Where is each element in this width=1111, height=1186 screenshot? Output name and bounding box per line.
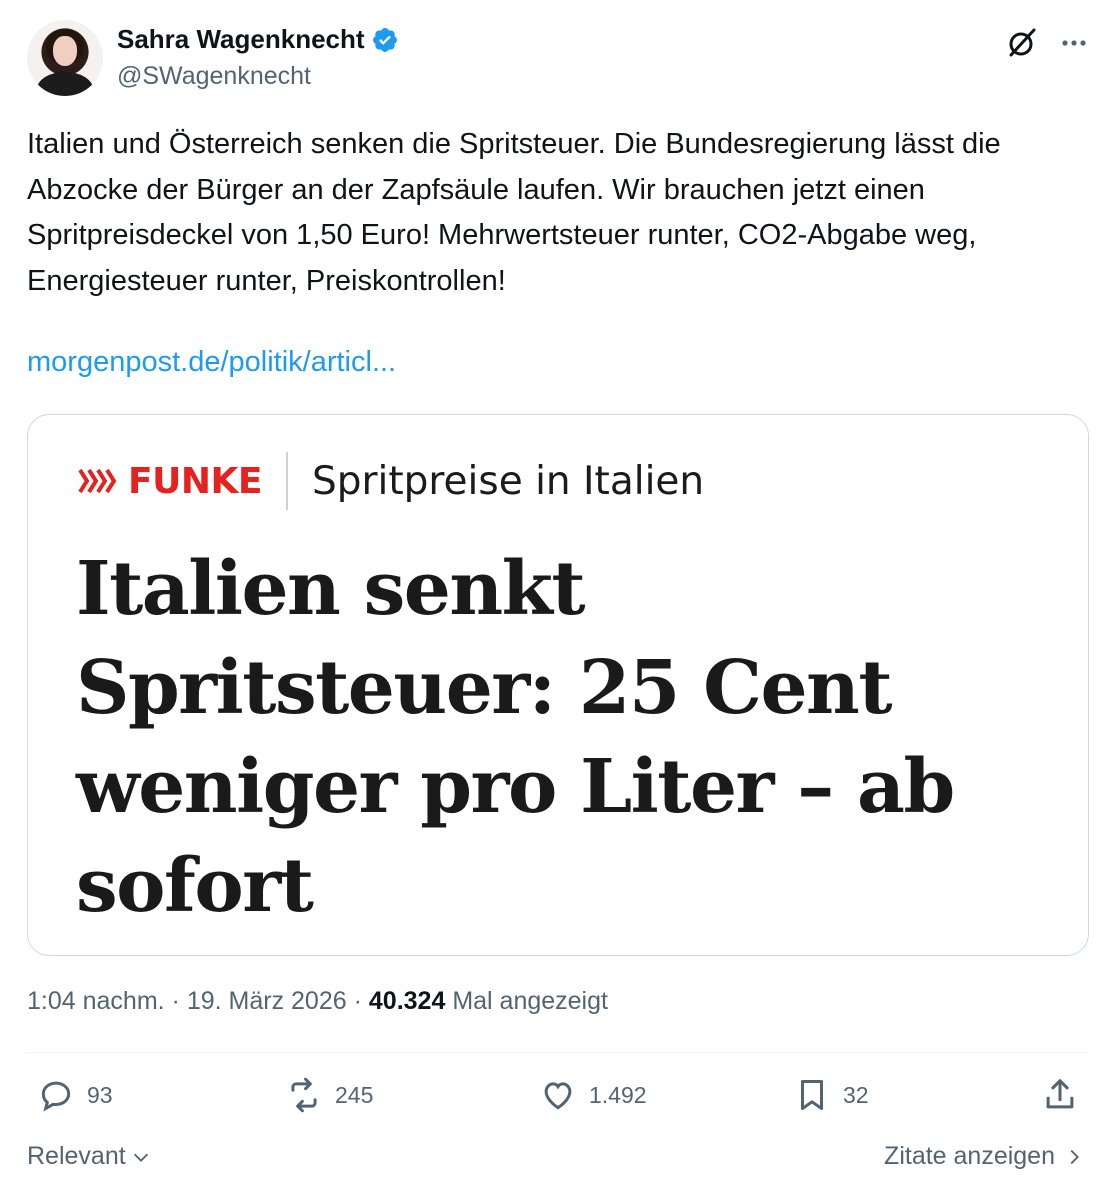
avatar[interactable]: [27, 20, 103, 96]
funke-brand: FUNKE: [128, 460, 262, 502]
tweet-text: Italien und Österreich senken die Sprits…: [27, 128, 1001, 297]
like-count: 1.492: [589, 1081, 647, 1108]
tweet-time[interactable]: 1:04 nachm.: [27, 987, 165, 1015]
top-actions: [1005, 26, 1091, 60]
meta-separator: ·: [171, 987, 187, 1015]
views-label: Mal angezeigt: [452, 987, 608, 1015]
views-count: 40.324: [368, 987, 446, 1015]
quotes-label: Zitate anzeigen: [884, 1142, 1055, 1170]
link-preview-card[interactable]: FUNKE Spritpreise in Italien Italien sen…: [27, 414, 1089, 956]
author-name[interactable]: Sahra Wagenknecht: [117, 24, 365, 55]
author-name-row: Sahra Wagenknecht: [117, 24, 399, 55]
funke-logo: FUNKE: [78, 461, 262, 502]
funke-arrows-icon: [78, 468, 117, 494]
chevron-down-icon: [133, 1153, 148, 1162]
card-headline: Italien senkt Spritsteuer: 25 Cent wenig…: [76, 546, 955, 929]
tweet-link[interactable]: morgenpost.de/politik/articl...: [27, 346, 396, 379]
reply-count: 93: [87, 1081, 113, 1108]
chevron-right-icon: [1070, 1149, 1079, 1164]
meta-separator: ·: [353, 987, 369, 1015]
reply-icon: [41, 1081, 71, 1112]
sort-label: Relevant: [27, 1142, 126, 1170]
share-button[interactable]: [1041, 1076, 1079, 1114]
like-icon: [544, 1082, 572, 1110]
sort-dropdown[interactable]: Relevant: [27, 1142, 152, 1171]
card-section: Spritpreise in Italien: [311, 458, 705, 504]
divider: [27, 1052, 1089, 1053]
verified-badge-icon[interactable]: [371, 26, 399, 54]
bookmark-icon: [800, 1080, 824, 1110]
bookmark-count: 32: [843, 1081, 869, 1108]
tweet-meta: 1:04 nachm. · 19. März 2026 · 40.324 Mal…: [27, 987, 608, 1016]
more-icon[interactable]: [1057, 26, 1091, 60]
share-icon: [1046, 1079, 1074, 1109]
view-quotes-link[interactable]: Zitate anzeigen: [884, 1142, 1085, 1171]
repost-count: 245: [335, 1081, 374, 1108]
author-handle[interactable]: @SWagenknecht: [117, 62, 311, 91]
reply-button[interactable]: 93: [37, 1076, 113, 1114]
card-header: FUNKE Spritpreise in Italien: [78, 451, 704, 511]
tweet-date[interactable]: 19. März 2026: [187, 987, 347, 1015]
bookmark-button[interactable]: 32: [793, 1076, 869, 1114]
card-divider: [285, 452, 288, 510]
action-bar: 93 245 1.492 32: [27, 1076, 1089, 1124]
tweet-header: Sahra Wagenknecht @SWagenknecht: [27, 18, 1091, 100]
repost-button[interactable]: 245: [285, 1076, 373, 1114]
repost-icon: [291, 1077, 317, 1113]
grok-icon[interactable]: [1005, 26, 1039, 60]
like-button[interactable]: 1.492: [539, 1076, 647, 1114]
